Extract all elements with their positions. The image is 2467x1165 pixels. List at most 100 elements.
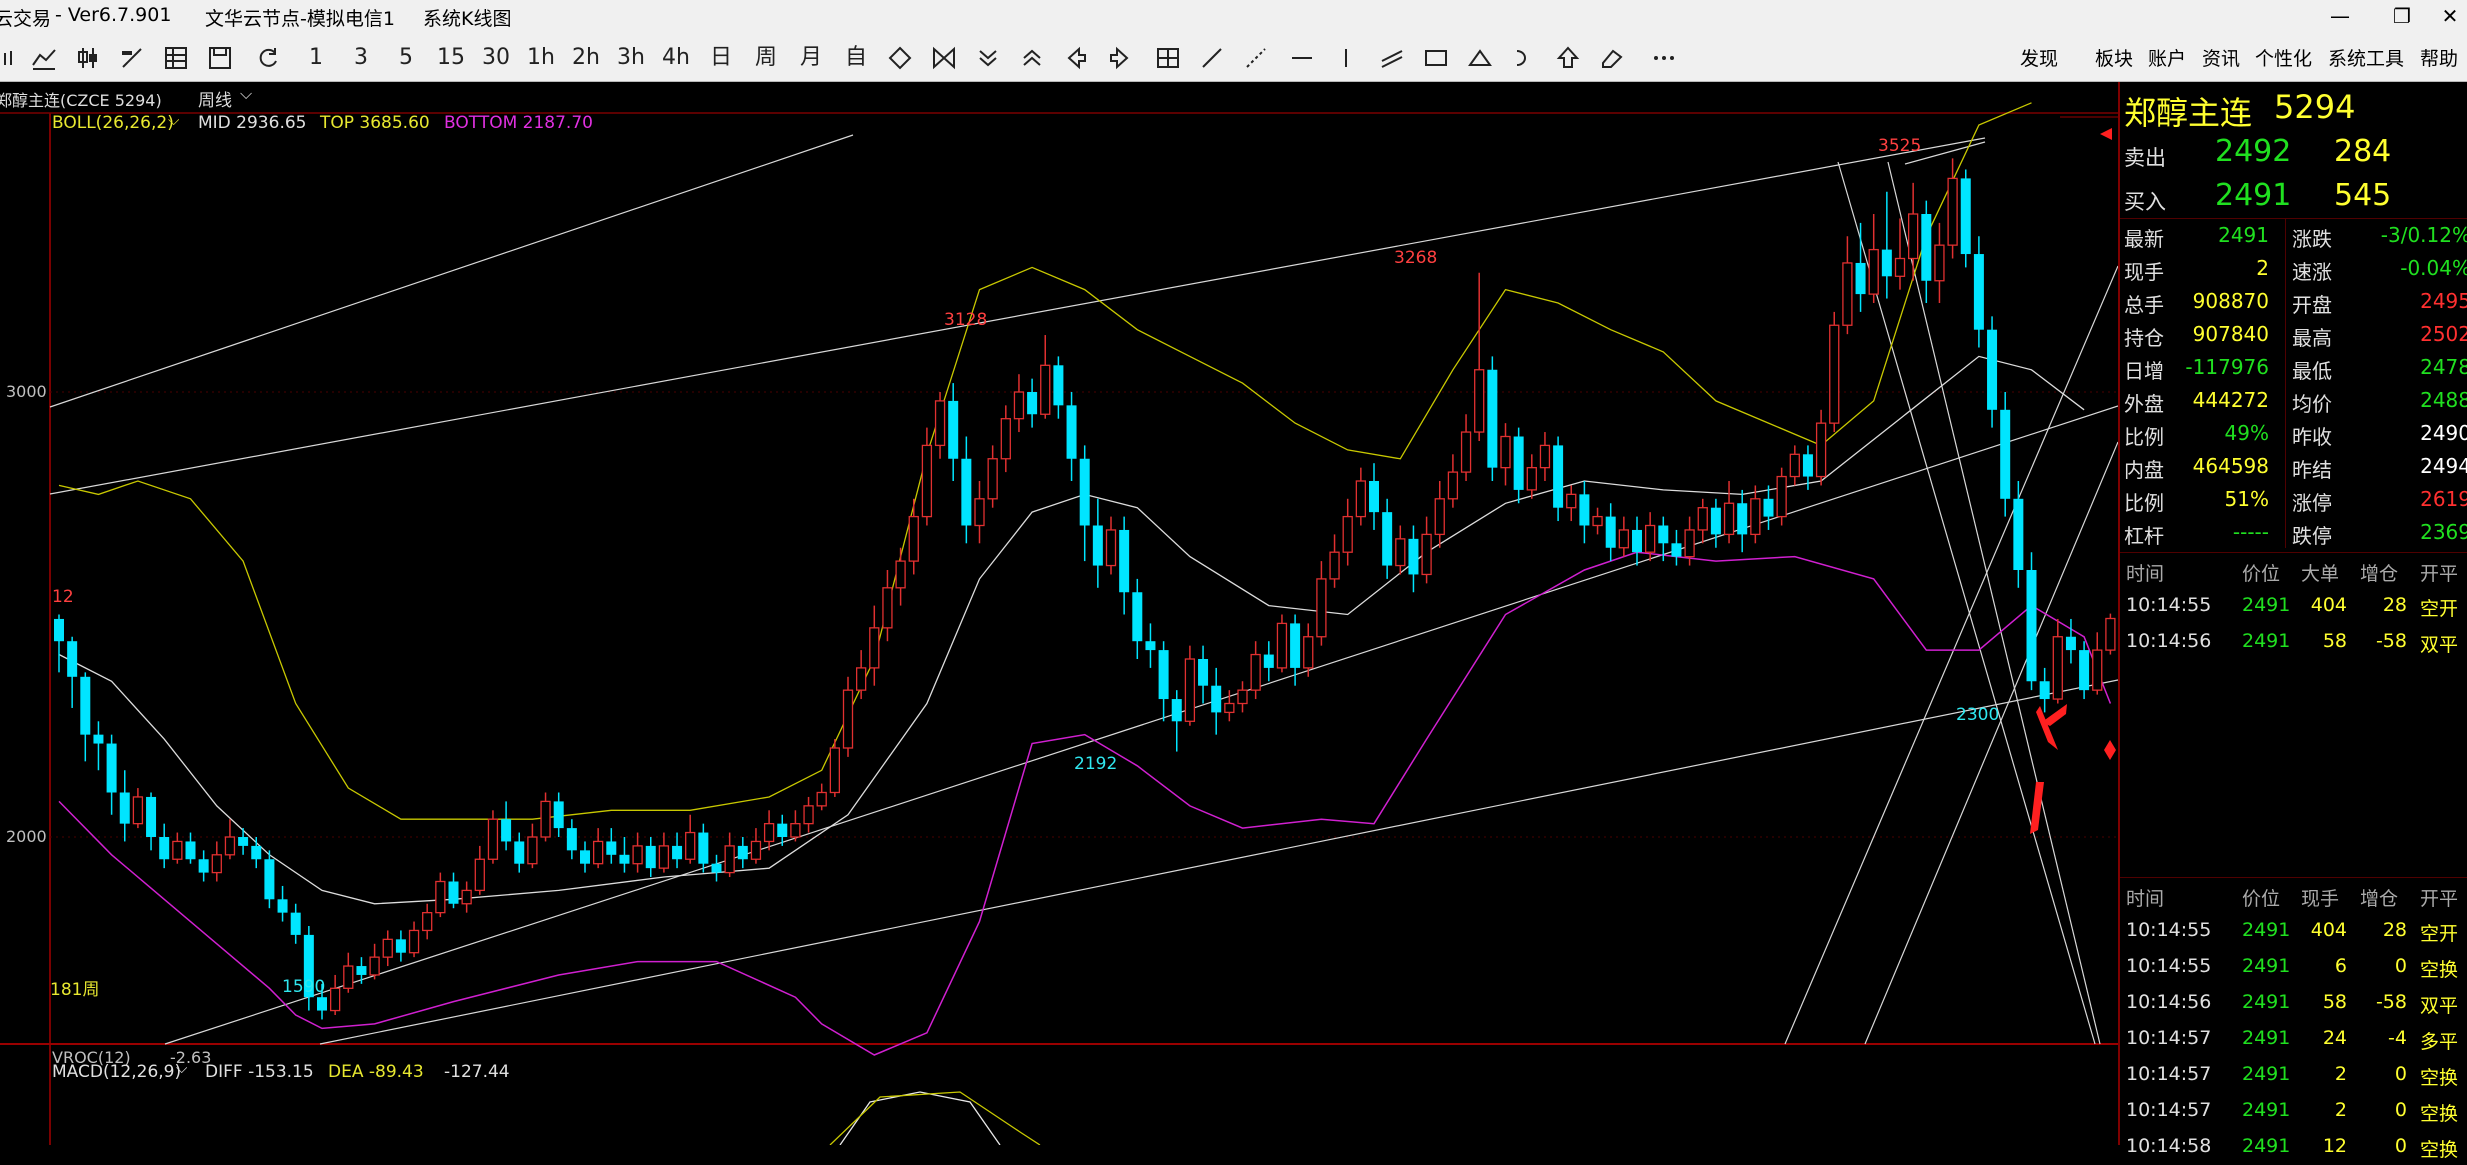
header-time: 时间 <box>2126 888 2165 910</box>
dashed-line-icon[interactable] <box>1238 42 1274 74</box>
candle-body <box>869 627 880 669</box>
period-3m[interactable]: 3 <box>343 42 379 74</box>
candle-body <box>1632 529 1642 553</box>
macd-diff-line <box>839 1091 1001 1145</box>
menu-personalize[interactable]: 个性化 <box>2255 44 2312 71</box>
candle-body <box>1802 454 1813 477</box>
quote-label: 持仓 <box>2124 326 2164 350</box>
chevron-up-icon[interactable] <box>1014 42 1050 74</box>
vertical-line-icon[interactable] <box>1328 42 1364 74</box>
chart-area[interactable]: 郑醇主连(CZCE 5294) 周线 ⌵ BOLL(26,26,2) ⌵ MID… <box>0 82 2467 1161</box>
period-1m[interactable]: 1 <box>298 42 334 74</box>
kline-icon[interactable] <box>0 42 26 74</box>
quote-row: 最新 2491 涨跌 -3/0.12% <box>2120 218 2467 251</box>
up-arrow-icon[interactable] <box>1550 42 1586 74</box>
period-selector[interactable]: 周线 <box>198 86 232 111</box>
line-chart-icon[interactable] <box>26 42 62 74</box>
save-icon[interactable] <box>202 42 238 74</box>
left-marker: 12 <box>52 587 74 607</box>
candle-body <box>290 912 301 935</box>
parallel-line-icon[interactable] <box>1374 42 1410 74</box>
symbol-name: 郑醇主连(CZCE 5294) <box>0 91 162 110</box>
maximize-button[interactable]: ❐ <box>2382 3 2422 29</box>
candle-body <box>211 854 222 874</box>
macd-label[interactable]: MACD(12,26,9) <box>52 1062 181 1082</box>
header-big-order: 大单 <box>2301 563 2340 585</box>
trade-open-close: 双平 <box>2420 995 2459 1017</box>
refresh-icon[interactable] <box>250 42 286 74</box>
layout-icon[interactable] <box>1150 42 1186 74</box>
table-icon[interactable] <box>158 42 194 74</box>
candle-body <box>527 836 538 865</box>
horizontal-line-icon[interactable] <box>1284 42 1320 74</box>
candle-body <box>974 498 985 527</box>
bowtie-icon[interactable] <box>926 42 962 74</box>
more-icon[interactable] <box>1646 42 1682 74</box>
header-volume: 现手 <box>2301 888 2340 910</box>
period-3h[interactable]: 3h <box>613 42 649 74</box>
arc-icon[interactable] <box>1506 42 1542 74</box>
trade-oi-change: 0 <box>2394 1135 2407 1157</box>
period-day[interactable]: 日 <box>703 42 739 74</box>
menu-account[interactable]: 账户 <box>2148 44 2186 71</box>
boll-label[interactable]: BOLL(26,26,2) <box>52 113 174 133</box>
chevron-down-icon[interactable]: ⌵ <box>240 84 252 104</box>
candle-body <box>2105 617 2116 651</box>
quote-label: 现手 <box>2124 260 2164 284</box>
trade-time: 10:14:55 <box>2126 594 2212 616</box>
trade-price: 2491 <box>2242 1135 2291 1157</box>
app-name: 云交易 <box>0 8 52 30</box>
period-30m[interactable]: 30 <box>478 42 514 74</box>
trade-row: 10:14:55 2491 404 28 空开 <box>2120 913 2467 949</box>
triangle-icon[interactable] <box>1462 42 1498 74</box>
eraser-icon[interactable] <box>1594 42 1630 74</box>
chevron-down-icon[interactable]: ⌵ <box>176 1059 187 1077</box>
trade-row: 10:14:57 2491 24 -4 多平 <box>2120 1021 2467 1057</box>
trade-open-close: 空开 <box>2420 923 2459 945</box>
diamond-icon[interactable] <box>882 42 918 74</box>
candle-body <box>1355 480 1366 518</box>
trade-open-close: 双平 <box>2420 634 2459 656</box>
menu-help[interactable]: 帮助 <box>2420 44 2458 71</box>
candle-body <box>1513 436 1524 490</box>
period-2h[interactable]: 2h <box>568 42 604 74</box>
candle-body <box>948 400 959 459</box>
menu-discover[interactable]: 发现 <box>2020 44 2058 71</box>
candle-icon[interactable] <box>70 42 106 74</box>
period-month[interactable]: 月 <box>793 42 829 74</box>
arrow-right-icon[interactable] <box>1102 42 1138 74</box>
candle-body <box>1815 422 1827 478</box>
period-15m[interactable]: 15 <box>433 42 469 74</box>
candle-body <box>580 850 590 864</box>
rectangle-icon[interactable] <box>1418 42 1454 74</box>
price-marker <box>2104 740 2116 760</box>
period-week[interactable]: 周 <box>748 42 784 74</box>
candle-body <box>816 791 827 807</box>
trendline-icon[interactable] <box>1194 42 1230 74</box>
trend-line <box>1887 161 2101 1045</box>
period-1h[interactable]: 1h <box>523 42 559 74</box>
chevron-down-icon[interactable] <box>970 42 1006 74</box>
period-4h[interactable]: 4h <box>658 42 694 74</box>
chevron-down-icon[interactable]: ⌵ <box>168 111 179 129</box>
candle-body <box>435 880 446 914</box>
low-label-1590: 1590 <box>282 977 326 997</box>
close-button[interactable]: ✕ <box>2430 3 2467 29</box>
header-time: 时间 <box>2126 563 2165 585</box>
quote-label: 最高 <box>2292 326 2332 350</box>
drawing-icon[interactable] <box>114 42 150 74</box>
minimize-button[interactable]: — <box>2320 3 2360 29</box>
candle-body <box>1894 257 1906 277</box>
trade-open-close: 空开 <box>2420 598 2459 620</box>
arrow-left-icon[interactable] <box>1058 42 1094 74</box>
period-5m[interactable]: 5 <box>388 42 424 74</box>
period-custom[interactable]: 自 <box>838 42 874 74</box>
menu-sector[interactable]: 板块 <box>2095 44 2133 71</box>
candle-body <box>329 987 341 1012</box>
candles <box>54 158 2116 1020</box>
candle-body <box>1198 659 1209 686</box>
menu-system-tools[interactable]: 系统工具 <box>2328 44 2404 71</box>
candle-body <box>251 845 262 860</box>
trade-oi-change: 0 <box>2394 1063 2407 1085</box>
menu-news[interactable]: 资讯 <box>2202 44 2240 71</box>
